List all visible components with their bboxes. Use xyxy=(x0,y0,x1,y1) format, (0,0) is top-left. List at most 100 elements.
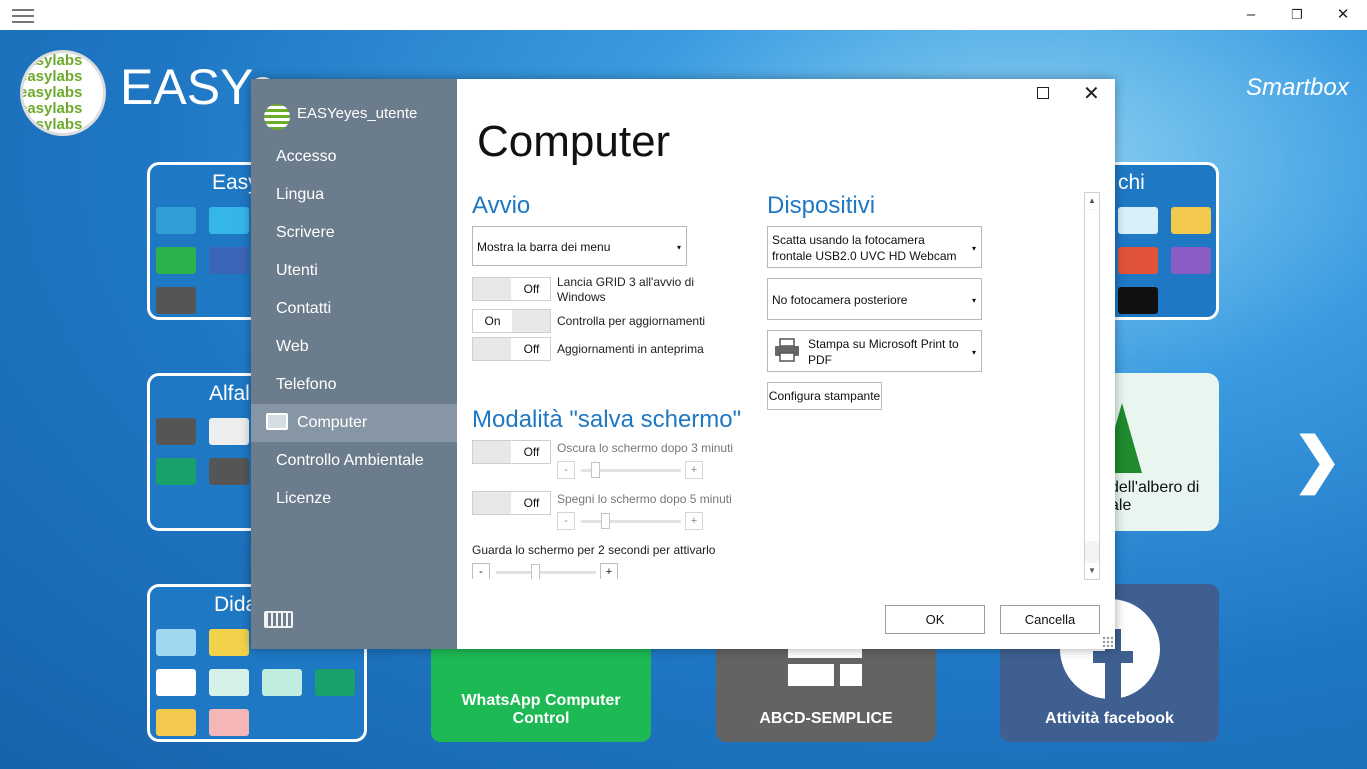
slider-thumb[interactable] xyxy=(601,513,610,529)
rear-camera-dropdown[interactable]: No fotocamera posteriore ▾ xyxy=(767,278,982,320)
tile-alfabeto-icon xyxy=(156,458,196,485)
facebook-icon xyxy=(209,247,249,274)
user-name: EASYeyes_utente xyxy=(297,105,418,122)
tile-didattica-icon xyxy=(262,669,302,696)
sidebar-item-label: Computer xyxy=(297,414,368,431)
sidebar-item-controllo-ambientale[interactable]: Controllo Ambientale xyxy=(251,442,457,480)
tile-giochi-icon xyxy=(1118,207,1158,234)
menu-bar-dropdown-value: Mostra la barra dei menu xyxy=(477,240,611,254)
check-updates-toggle[interactable]: On xyxy=(472,309,551,333)
tile-didattica-icon xyxy=(315,669,355,696)
tile-didattica-icon xyxy=(156,669,196,696)
tile-giochi-icon xyxy=(1171,207,1211,234)
menu-bar-dropdown[interactable]: Mostra la barra dei menu ▾ xyxy=(472,226,687,266)
sidebar-item-utenti[interactable]: Utenti xyxy=(251,252,457,290)
close-window-button[interactable]: ✕ xyxy=(1320,0,1366,30)
slider-plus-button[interactable]: + xyxy=(685,512,703,530)
screen-off-toggle[interactable]: Off xyxy=(472,491,551,515)
printer-icon xyxy=(775,338,799,362)
sidebar-item-licenze[interactable]: Licenze xyxy=(251,480,457,518)
abc-icon xyxy=(156,709,196,736)
sidebar-item-accesso[interactable]: Accesso xyxy=(251,138,457,176)
window-title-bar: – ❐ ✕ xyxy=(0,0,1367,30)
launch-grid-toggle[interactable]: Off xyxy=(472,277,551,301)
scrollbar-thumb[interactable] xyxy=(1085,210,1099,541)
tile-alfabeto-title: Alfal xyxy=(209,382,250,405)
slider-minus-button[interactable]: - xyxy=(557,512,575,530)
cancel-button[interactable]: Cancella xyxy=(1000,605,1100,634)
preview-updates-toggle[interactable]: Off xyxy=(472,337,551,361)
sidebar-item-lingua[interactable]: Lingua xyxy=(251,176,457,214)
look-to-activate-label: Guarda lo schermo per 2 secondi per atti… xyxy=(472,543,716,557)
hamburger-menu-icon[interactable] xyxy=(12,9,34,23)
section-screensaver-title: Modalità "salva schermo" xyxy=(472,406,742,433)
settings-scrollbar[interactable]: ▲ ▼ xyxy=(1084,192,1100,580)
next-page-arrow-icon[interactable]: ❯ xyxy=(1292,425,1342,495)
slider-plus-button[interactable]: + xyxy=(685,461,703,479)
easylabs-logo: easylabs easylabs easylabs easylabs easy… xyxy=(20,50,106,136)
tile-facebook-label: Attività facebook xyxy=(1045,710,1174,727)
dialog-maximize-button[interactable] xyxy=(1037,87,1049,99)
printer-dropdown[interactable]: Stampa su Microsoft Print to PDF ▾ xyxy=(767,330,982,372)
tile-giochi-icon xyxy=(1171,247,1211,274)
sidebar-item-telefono[interactable]: Telefono xyxy=(251,366,457,404)
tile-whatsapp-label: WhatsApp Computer Control xyxy=(461,692,621,727)
scroll-down-icon[interactable]: ▼ xyxy=(1085,563,1099,579)
rear-camera-value: No fotocamera posteriore xyxy=(772,293,908,307)
sidebar-item-contatti[interactable]: Contatti xyxy=(251,290,457,328)
slider-plus-button[interactable]: + xyxy=(600,563,618,579)
tile-didattica-icon xyxy=(209,709,249,736)
toggle-state: Off xyxy=(523,496,540,510)
dialog-close-button[interactable]: ✕ xyxy=(1083,81,1100,106)
tile-easy-icon xyxy=(156,207,196,234)
sidebar-item-computer[interactable]: Computer xyxy=(251,404,457,442)
toggle-state: Off xyxy=(523,445,540,459)
front-camera-dropdown[interactable]: Scatta usando la fotocamera frontale USB… xyxy=(767,226,982,268)
screen-off-slider[interactable]: - + xyxy=(557,512,705,530)
tile-giochi-icon xyxy=(1118,287,1158,314)
sidebar-item-scrivere[interactable]: Scrivere xyxy=(251,214,457,252)
resize-grip-icon[interactable] xyxy=(1102,636,1113,647)
tile-didattica-icon xyxy=(209,629,249,656)
smartbox-logo: Smartbox xyxy=(1246,74,1349,101)
configure-printer-button[interactable]: Configura stampante xyxy=(767,382,882,410)
settings-dialog: EASYeyes_utente Accesso Lingua Scrivere … xyxy=(251,79,1115,649)
toggle-state: Off xyxy=(523,342,540,356)
tile-didattica-icon xyxy=(156,629,196,656)
chevron-down-icon: ▾ xyxy=(971,296,976,305)
user-profile[interactable]: EASYeyes_utente xyxy=(264,104,418,130)
grid-icon xyxy=(156,287,196,314)
grid-icon xyxy=(209,458,249,485)
restore-button[interactable]: ❐ xyxy=(1274,0,1320,30)
slider-minus-button[interactable]: - xyxy=(557,461,575,479)
tile-easy-icon xyxy=(209,207,249,234)
launch-grid-label: Lancia GRID 3 all'avvio di Windows xyxy=(557,275,695,304)
section-avvio-title: Avvio xyxy=(472,192,531,219)
chevron-down-icon: ▾ xyxy=(971,244,976,253)
tile-giochi-icon xyxy=(1118,247,1158,274)
minimize-button[interactable]: – xyxy=(1228,0,1274,30)
whatsapp-icon xyxy=(156,247,196,274)
page-title: Computer xyxy=(477,117,671,166)
check-updates-label: Controlla per aggiornamenti xyxy=(557,314,706,328)
settings-sidebar: EASYeyes_utente Accesso Lingua Scrivere … xyxy=(251,79,457,649)
toggle-state: On xyxy=(484,314,501,328)
section-dispositivi-title: Dispositivi xyxy=(767,192,876,219)
keyboard-icon[interactable] xyxy=(264,611,293,628)
tile-didattica-icon xyxy=(209,669,249,696)
user-avatar-icon xyxy=(264,104,290,130)
sidebar-item-web[interactable]: Web xyxy=(251,328,457,366)
chevron-down-icon: ▾ xyxy=(971,348,976,357)
tile-giochi-title: chi xyxy=(1118,171,1145,194)
dim-screen-toggle[interactable]: Off xyxy=(472,440,551,464)
slider-thumb[interactable] xyxy=(531,564,540,579)
slider-minus-button[interactable]: - xyxy=(472,563,490,579)
printer-value: Stampa su Microsoft Print to PDF xyxy=(808,337,959,367)
look-to-activate-slider[interactable]: - + xyxy=(472,563,620,579)
chevron-down-icon: ▾ xyxy=(676,243,681,252)
slider-thumb[interactable] xyxy=(591,462,600,478)
ok-button[interactable]: OK xyxy=(885,605,985,634)
scroll-up-icon[interactable]: ▲ xyxy=(1085,193,1099,209)
tile-abcd-label: ABCD-SEMPLICE xyxy=(759,710,893,727)
dim-screen-slider[interactable]: - + xyxy=(557,461,705,479)
